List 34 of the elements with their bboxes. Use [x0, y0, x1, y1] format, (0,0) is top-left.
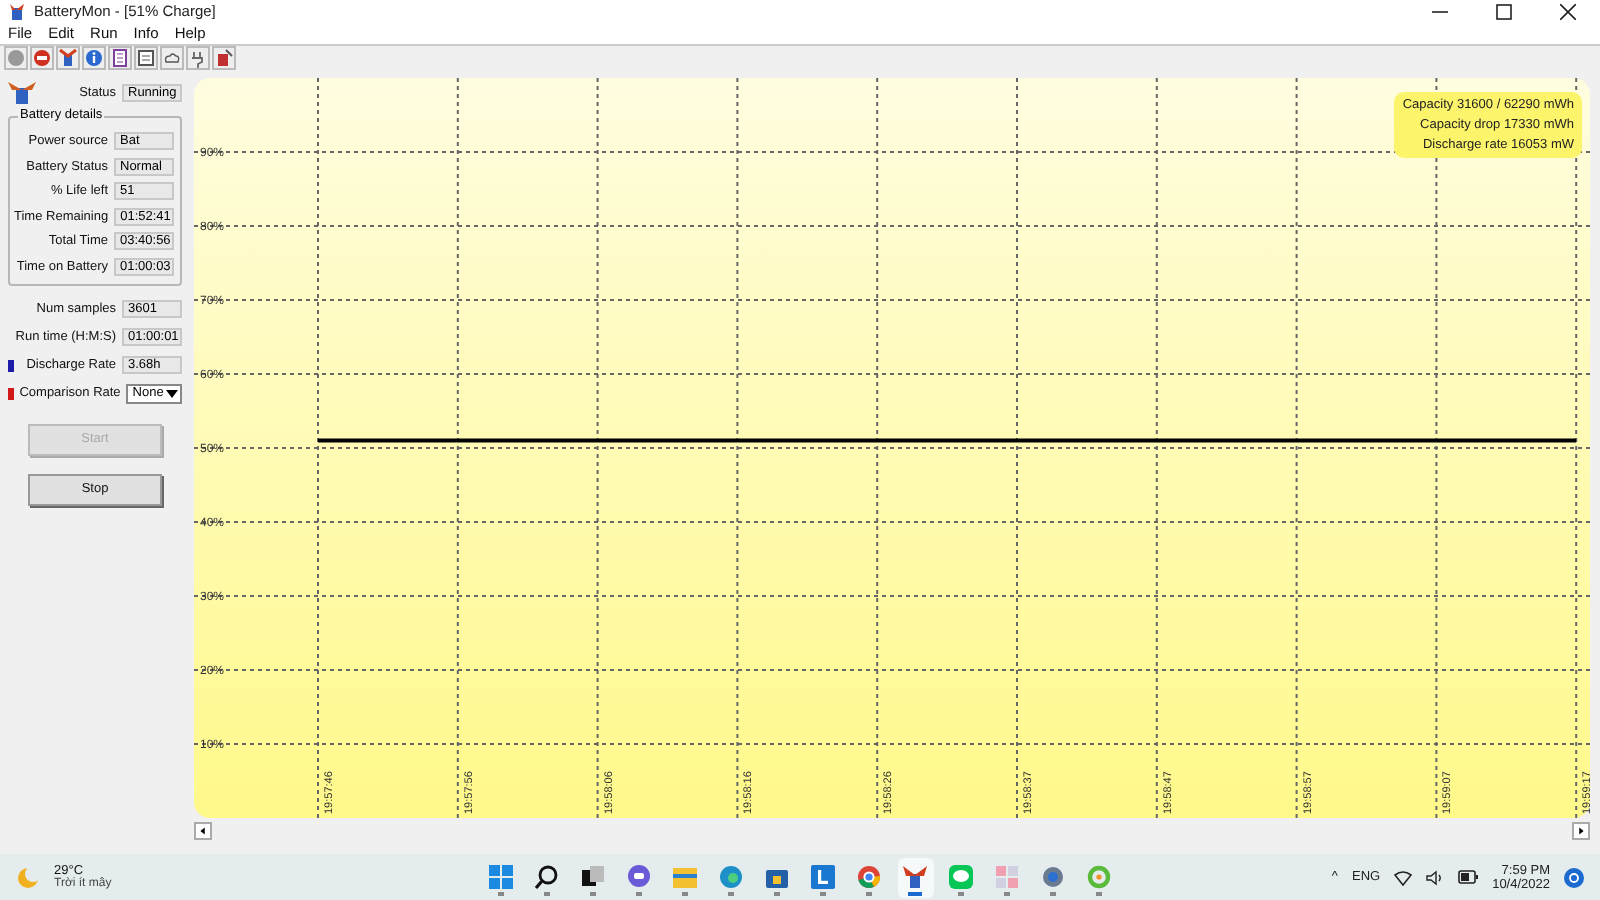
list-icon[interactable]	[134, 46, 158, 70]
task-view-icon	[580, 864, 606, 890]
letter-tile-icon	[810, 864, 836, 890]
circle-logo-icon	[856, 864, 882, 890]
folder-icon	[672, 864, 698, 890]
gear-icon	[1040, 864, 1066, 890]
document-icon[interactable]	[108, 46, 132, 70]
exit-icon[interactable]	[212, 46, 236, 70]
chat-bubble-icon	[948, 864, 974, 890]
store-icon	[764, 864, 790, 890]
battery-icon[interactable]	[56, 46, 80, 70]
chat-icon	[626, 864, 652, 890]
maximize-icon[interactable]	[1496, 3, 1512, 19]
caret-icon	[166, 389, 178, 397]
ring-icon	[1086, 864, 1112, 890]
wifi-icon[interactable]	[1394, 869, 1413, 885]
stop-icon[interactable]	[30, 46, 54, 70]
horizontal-scrollbar[interactable]	[194, 822, 1590, 840]
grid-icon	[994, 864, 1020, 890]
battery-status-icon[interactable]	[1458, 870, 1479, 884]
info-icon[interactable]	[82, 46, 106, 70]
search-icon	[534, 864, 560, 890]
plug-icon[interactable]	[186, 46, 210, 70]
windows-logo-icon	[488, 864, 514, 890]
notification-icon[interactable]	[1564, 867, 1584, 887]
battery-mascot-icon	[8, 80, 36, 104]
scroll-right-icon[interactable]	[1572, 822, 1590, 840]
scroll-left-icon[interactable]	[194, 822, 212, 840]
speaker-icon[interactable]	[1426, 869, 1445, 885]
cloud-icon[interactable]	[160, 46, 184, 70]
browser-icon	[718, 864, 744, 890]
app-icon	[8, 2, 26, 20]
close-icon[interactable]	[1560, 3, 1576, 19]
battery-mascot-icon	[902, 864, 928, 890]
